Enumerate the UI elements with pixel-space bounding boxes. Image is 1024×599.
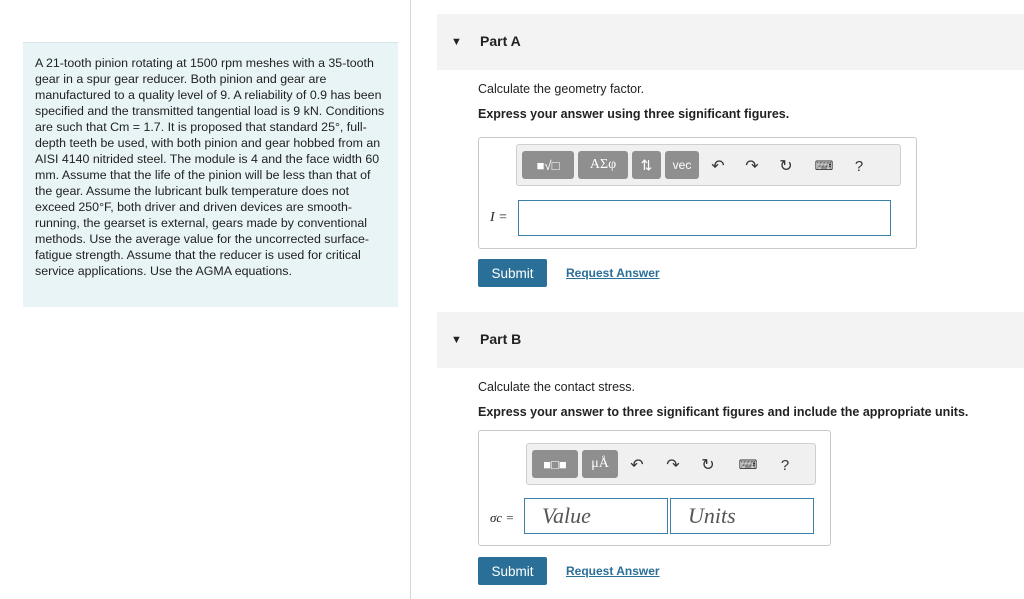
keyboard-icon[interactable]: ⌨ bbox=[737, 454, 759, 476]
pane-divider bbox=[410, 0, 411, 599]
part-b-prompt: Calculate the contact stress. bbox=[478, 380, 636, 394]
part-a-header[interactable]: ▼ Part A bbox=[437, 14, 1024, 70]
collapse-triangle-icon[interactable]: ▼ bbox=[451, 36, 462, 48]
part-b-label: σc = bbox=[490, 510, 515, 525]
redo-icon[interactable]: ↷ bbox=[662, 454, 684, 476]
part-b-instruction: Express your answer to three significant… bbox=[478, 405, 969, 419]
part-a-answer-box: ■√□ ΑΣφ ⇅ vec ↶ ↷ ↻ ⌨ ? I = bbox=[478, 137, 917, 249]
part-b-submit-button[interactable]: Submit bbox=[478, 557, 547, 585]
undo-icon[interactable]: ↶ bbox=[707, 155, 729, 177]
collapse-triangle-icon[interactable]: ▼ bbox=[451, 334, 462, 346]
undo-icon[interactable]: ↶ bbox=[626, 454, 648, 476]
part-a-title: Part A bbox=[480, 33, 521, 49]
templates-button[interactable]: ■□■ bbox=[532, 450, 578, 478]
reset-icon[interactable]: ↻ bbox=[775, 155, 797, 177]
part-b-title: Part B bbox=[480, 331, 522, 347]
units-input[interactable]: Units bbox=[670, 498, 814, 534]
part-a-prompt: Calculate the geometry factor. bbox=[478, 82, 645, 96]
part-a-answer-input[interactable] bbox=[518, 200, 891, 236]
reset-icon[interactable]: ↻ bbox=[697, 454, 719, 476]
part-b-toolbar: ■□■ μÅ ↶ ↷ ↻ ⌨ ? bbox=[526, 443, 816, 485]
templates-button[interactable]: ■√□ bbox=[522, 151, 574, 179]
part-a-toolbar: ■√□ ΑΣφ ⇅ vec ↶ ↷ ↻ ⌨ ? bbox=[516, 144, 901, 186]
part-b-header[interactable]: ▼ Part B bbox=[437, 312, 1024, 368]
problem-text: A 21-tooth pinion rotating at 1500 rpm m… bbox=[35, 56, 385, 278]
part-b-request-answer-link[interactable]: Request Answer bbox=[566, 564, 660, 578]
templates-icon: ■□■ bbox=[543, 456, 567, 472]
units-button[interactable]: μÅ bbox=[582, 450, 618, 478]
help-button[interactable]: ? bbox=[848, 155, 870, 177]
part-a-label: I = bbox=[490, 210, 508, 225]
value-input[interactable]: Value bbox=[524, 498, 668, 534]
redo-icon[interactable]: ↷ bbox=[741, 155, 763, 177]
part-a-instruction: Express your answer using three signific… bbox=[478, 107, 790, 121]
greek-button[interactable]: ΑΣφ bbox=[578, 151, 628, 179]
keyboard-icon[interactable]: ⌨ bbox=[813, 155, 835, 177]
arrows-button[interactable]: ⇅ bbox=[632, 151, 661, 179]
help-button[interactable]: ? bbox=[774, 454, 796, 476]
part-a-submit-button[interactable]: Submit bbox=[478, 259, 547, 287]
part-b-answer-box: ■□■ μÅ ↶ ↷ ↻ ⌨ ? σc = Value Units bbox=[478, 430, 831, 546]
problem-statement: A 21-tooth pinion rotating at 1500 rpm m… bbox=[23, 42, 398, 307]
vec-button[interactable]: vec bbox=[665, 151, 699, 179]
part-a-request-answer-link[interactable]: Request Answer bbox=[566, 266, 660, 280]
templates-icon: ■√□ bbox=[536, 157, 560, 173]
